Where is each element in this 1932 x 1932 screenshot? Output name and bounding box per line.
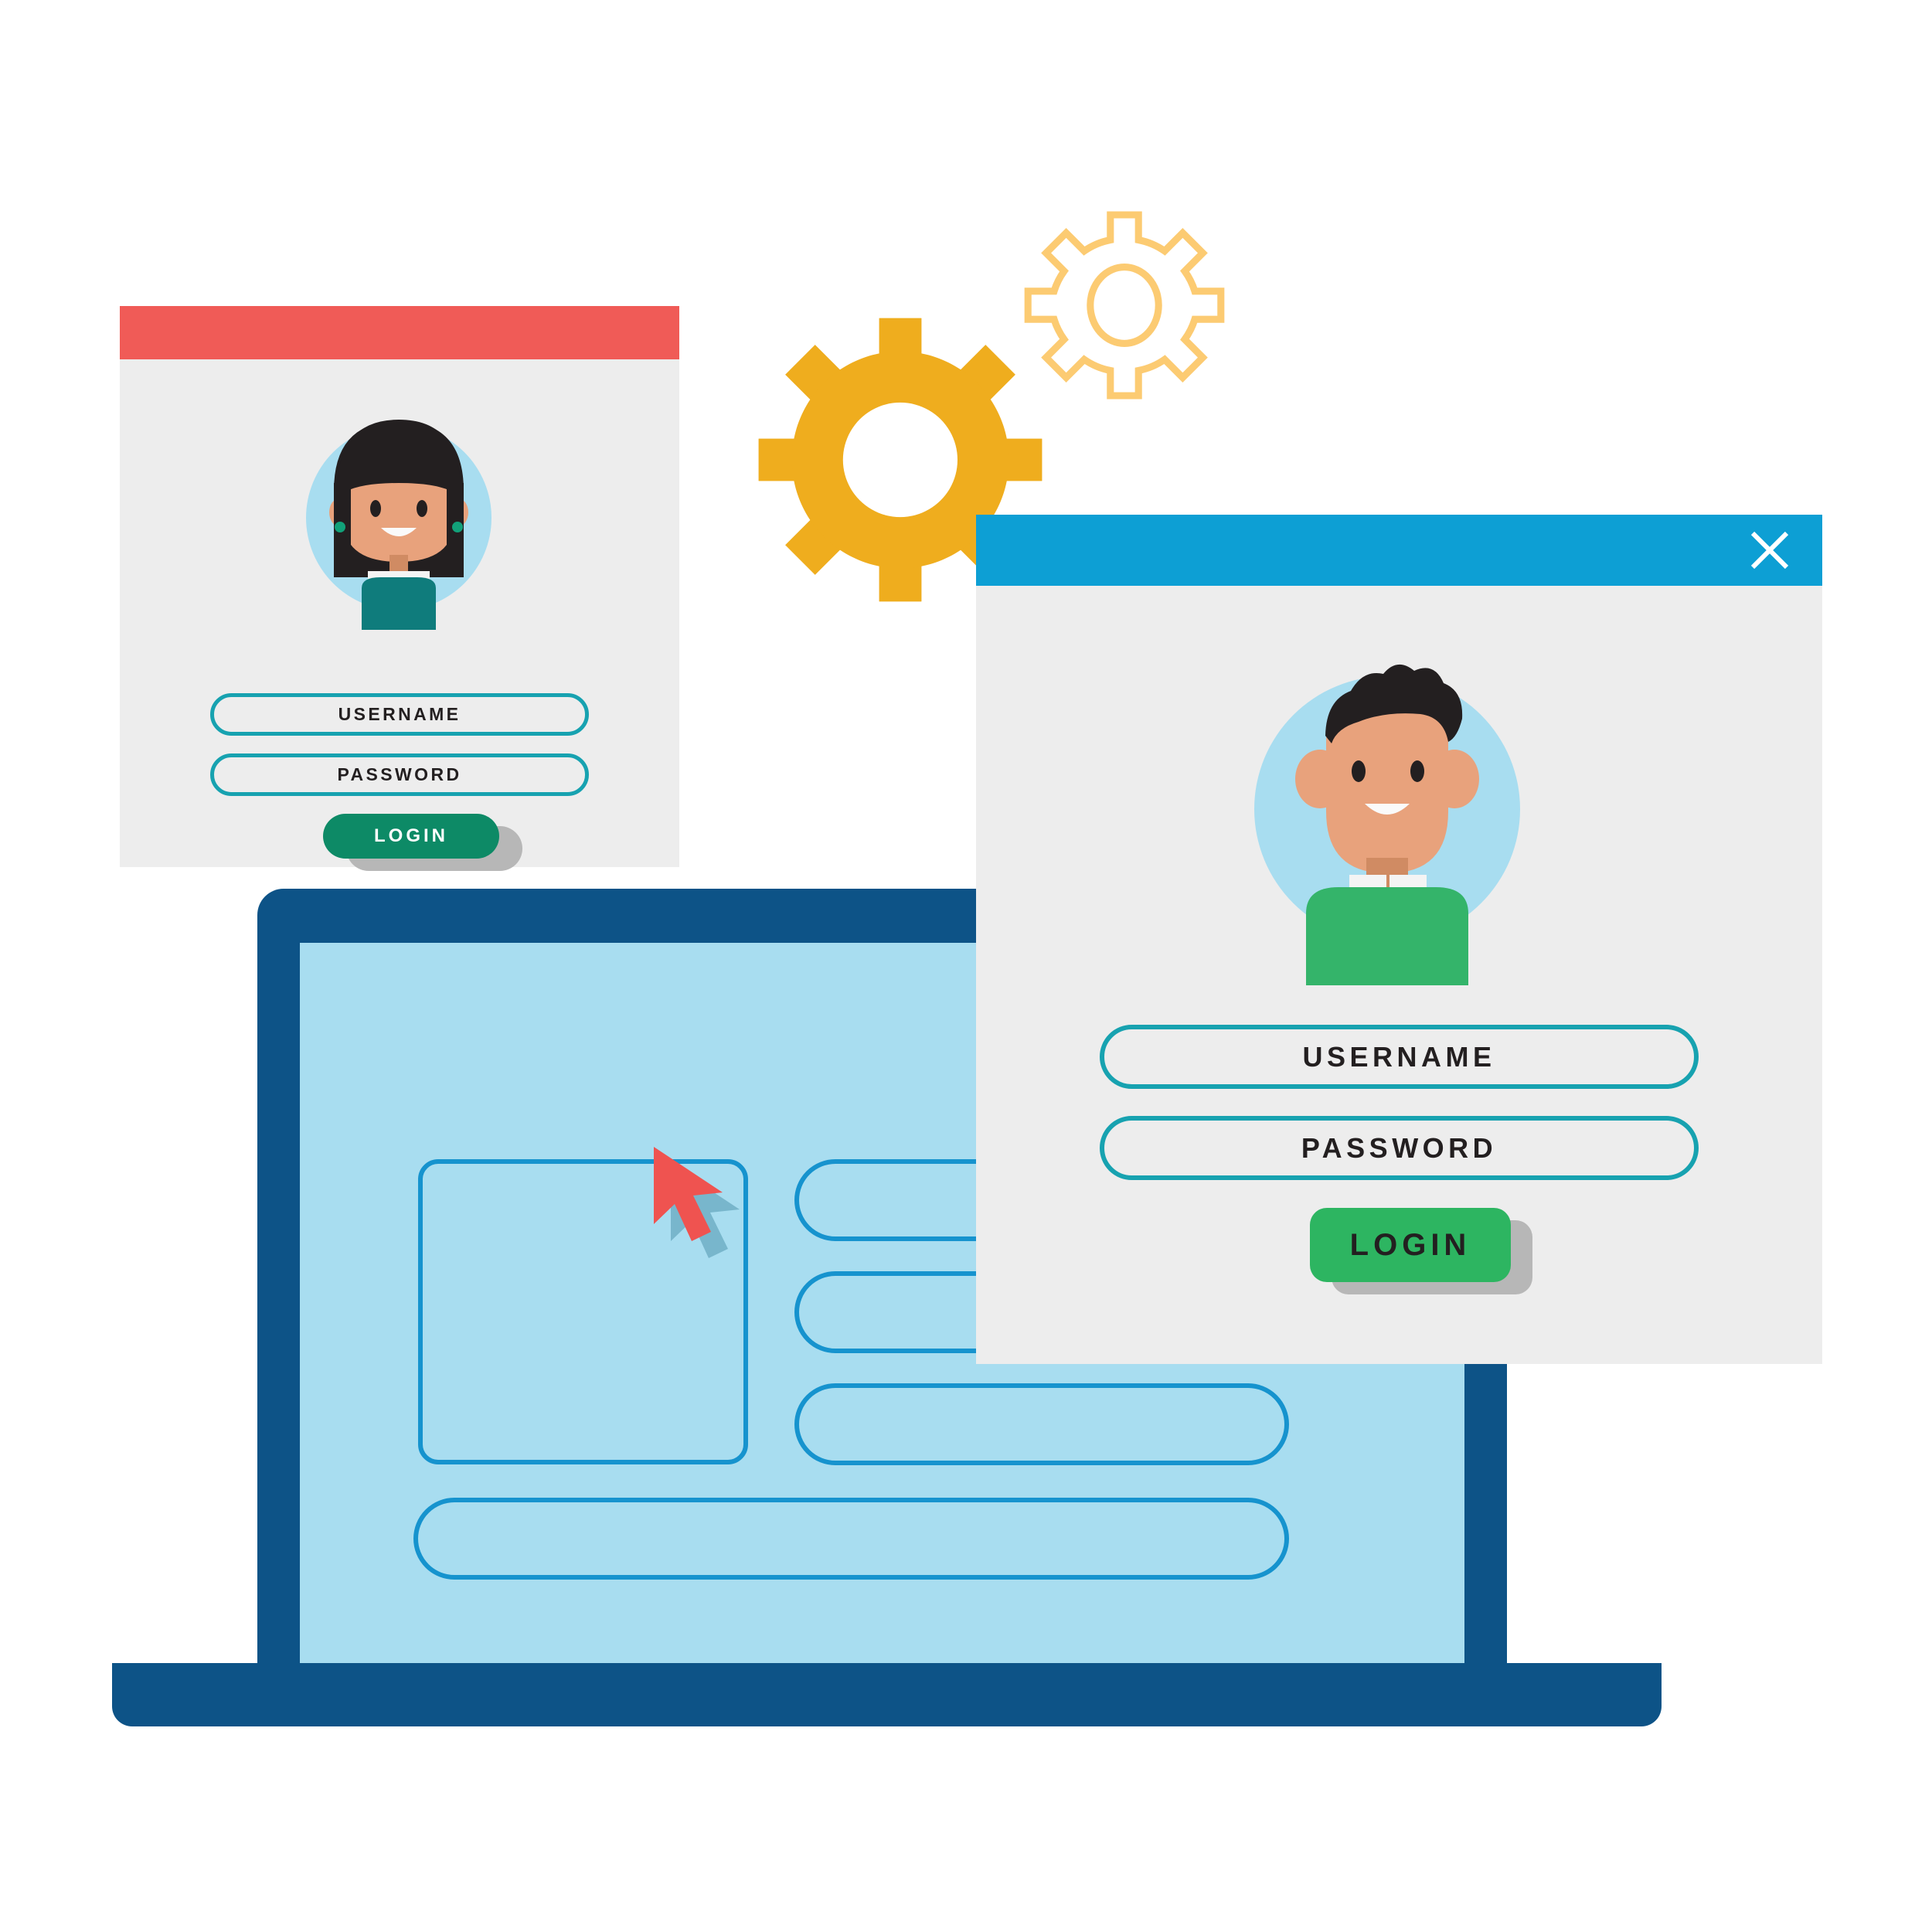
large-window-body: USERNAME PASSWORD LOGIN — [976, 586, 1822, 1364]
large-window-titlebar[interactable] — [976, 515, 1822, 586]
large-password-label: PASSWORD — [1301, 1131, 1498, 1164]
small-username-label: USERNAME — [338, 704, 461, 724]
gear-outline — [1024, 205, 1225, 406]
avatar-male — [1212, 626, 1563, 985]
small-login-button[interactable]: LOGIN — [323, 814, 499, 859]
large-password-input[interactable]: PASSWORD — [1100, 1116, 1699, 1180]
small-password-label: PASSWORD — [337, 764, 462, 784]
small-login-button-wrap: LOGIN — [323, 814, 522, 885]
large-username-label: USERNAME — [1302, 1040, 1496, 1073]
large-login-button-wrap: LOGIN — [1310, 1208, 1534, 1308]
small-username-input[interactable]: USERNAME — [210, 693, 589, 736]
large-username-input[interactable]: USERNAME — [1100, 1025, 1699, 1089]
small-window-body: USERNAME PASSWORD LOGIN — [120, 359, 679, 871]
mouse-pointer-icon — [654, 1147, 723, 1241]
close-icon[interactable] — [1734, 515, 1805, 586]
mouse-cursor — [649, 1144, 757, 1258]
avatar-female-svg — [306, 420, 492, 630]
small-window-titlebar[interactable] — [120, 306, 679, 359]
illustration-canvas: USERNAME PASSWORD LOGIN USERNAME PASSWOR… — [0, 0, 1932, 1932]
avatar-female — [294, 406, 504, 630]
large-login-button[interactable]: LOGIN — [1310, 1208, 1511, 1282]
large-login-window: USERNAME PASSWORD LOGIN — [976, 515, 1822, 1364]
avatar-male-svg — [1254, 664, 1520, 985]
wireframe-text-line-3 — [794, 1383, 1289, 1465]
wireframe-text-line-wide — [413, 1498, 1289, 1580]
gear-icon — [1024, 211, 1225, 400]
laptop-base — [112, 1663, 1662, 1726]
small-password-input[interactable]: PASSWORD — [210, 753, 589, 796]
small-login-window: USERNAME PASSWORD LOGIN — [120, 306, 679, 871]
